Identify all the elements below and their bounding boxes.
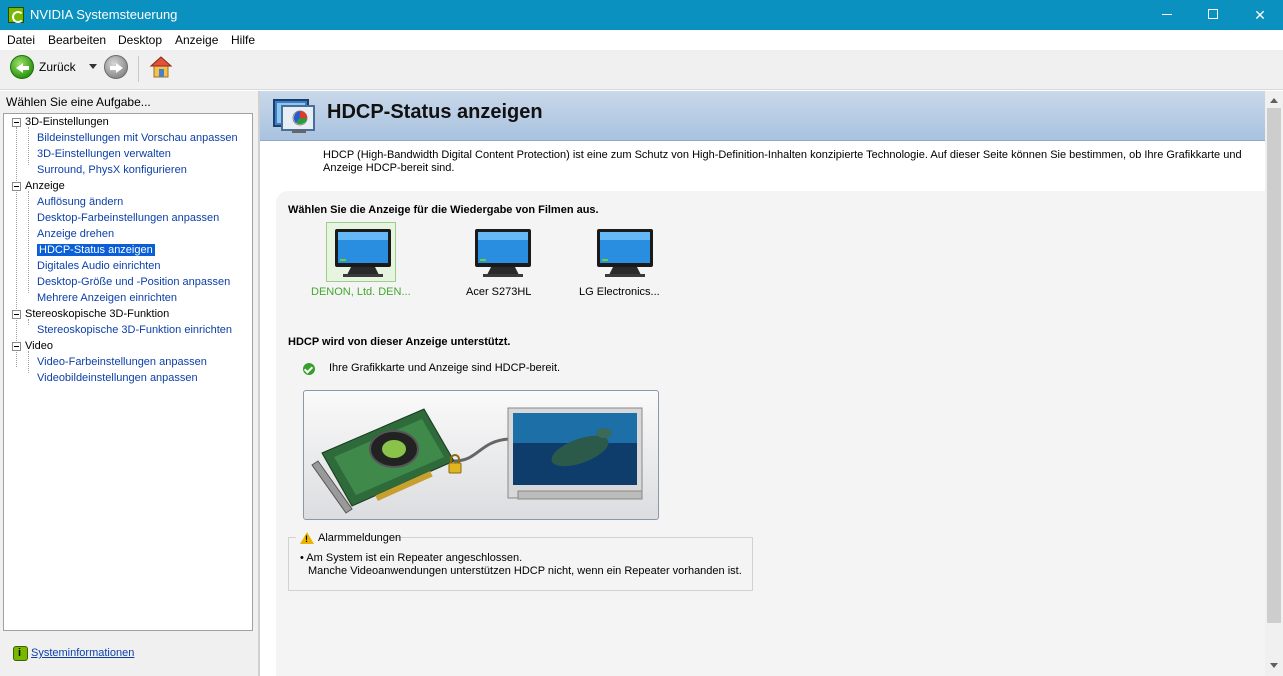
- hdcp-illustration: [303, 390, 659, 520]
- menu-anzeige[interactable]: Anzeige: [175, 33, 218, 47]
- warning-icon: [300, 532, 314, 544]
- alarm-group: [288, 537, 753, 591]
- task-panel: Wählen Sie eine Aufgabe... 3D-Einstellun…: [0, 91, 258, 676]
- system-info-link[interactable]: Systeminformationen: [31, 647, 134, 659]
- collapse-toggle-icon[interactable]: [12, 310, 21, 319]
- collapse-toggle-icon[interactable]: [12, 342, 21, 351]
- menu-bearbeiten[interactable]: Bearbeiten: [48, 33, 106, 47]
- tree-item-hdcp-status[interactable]: HDCP-Status anzeigen: [37, 244, 155, 256]
- scroll-up-icon[interactable]: [1270, 98, 1278, 103]
- hdcp-display-icon: [273, 99, 315, 133]
- alarm-message-line: • Am System ist ein Repeater angeschloss…: [300, 552, 523, 564]
- monitor-icon: [475, 229, 531, 277]
- display-option-lg[interactable]: LG Electronics...: [579, 222, 688, 302]
- menu-datei[interactable]: Datei: [7, 33, 35, 47]
- tree-group-video[interactable]: Video: [25, 340, 53, 352]
- display-selection-frame: [588, 222, 658, 282]
- tree-group-stereo-3d[interactable]: Stereoskopische 3D-Funktion: [25, 308, 169, 320]
- display-label: Acer S273HL: [466, 286, 532, 298]
- hdcp-supported-heading: HDCP wird von dieser Anzeige unterstützt…: [288, 336, 511, 348]
- display-label: LG Electronics...: [579, 286, 660, 298]
- hdcp-status-text: Ihre Grafikkarte und Anzeige sind HDCP-b…: [329, 362, 561, 374]
- maximize-button[interactable]: [1190, 0, 1236, 30]
- monitor-icon: [597, 229, 653, 277]
- toolbar-separator: [138, 56, 139, 82]
- task-tree: 3D-Einstellungen Bildeinstellungen mit V…: [3, 113, 253, 631]
- collapse-toggle-icon[interactable]: [12, 182, 21, 191]
- close-icon: ✕: [1254, 7, 1266, 23]
- back-arrow-icon[interactable]: [10, 55, 34, 79]
- display-option-acer[interactable]: Acer S273HL: [466, 222, 566, 302]
- tree-group-3d[interactable]: 3D-Einstellungen: [25, 116, 109, 128]
- tree-item-anzeige-drehen[interactable]: Anzeige drehen: [37, 228, 114, 240]
- task-header: Wählen Sie eine Aufgabe...: [6, 95, 151, 109]
- page-title: HDCP-Status anzeigen: [327, 101, 543, 123]
- back-button-label[interactable]: Zurück: [39, 60, 76, 74]
- monitor-icon: [335, 229, 391, 277]
- tree-connector: [28, 191, 29, 293]
- tree-item-stereo-einrichten[interactable]: Stereoskopische 3D-Funktion einrichten: [37, 324, 232, 336]
- page-header: HDCP-Status anzeigen: [260, 91, 1265, 141]
- close-button[interactable]: ✕: [1237, 0, 1283, 30]
- maximize-icon: [1208, 9, 1218, 19]
- tree-item-digitales-audio[interactable]: Digitales Audio einrichten: [37, 260, 161, 272]
- display-selection-frame: [466, 222, 536, 282]
- page-description: HDCP (High-Bandwidth Digital Content Pro…: [323, 149, 1242, 174]
- alarm-heading: Alarmmeldungen: [318, 532, 402, 544]
- tree-item-desktop-farbe[interactable]: Desktop-Farbeinstellungen anpassen: [37, 212, 219, 224]
- minimize-icon: [1162, 14, 1172, 15]
- system-info-icon: [13, 646, 28, 661]
- display-selection-frame: [326, 222, 396, 282]
- toolbar: Zurück: [0, 50, 1283, 90]
- forward-arrow-icon[interactable]: [104, 55, 128, 79]
- alarm-message-line: Manche Videoanwendungen unterstützen HDC…: [308, 565, 742, 577]
- select-display-heading: Wählen Sie die Anzeige für die Wiedergab…: [288, 204, 599, 216]
- menu-hilfe[interactable]: Hilfe: [231, 33, 255, 47]
- window-title: NVIDIA Systemsteuerung: [30, 7, 178, 22]
- tree-connector: [28, 127, 29, 165]
- scrollbar-thumb[interactable]: [1267, 108, 1281, 623]
- tree-connector: [28, 351, 29, 373]
- tree-item-aufloesung[interactable]: Auflösung ändern: [37, 196, 123, 208]
- tree-item-mehrere-anzeigen[interactable]: Mehrere Anzeigen einrichten: [37, 292, 177, 304]
- main-content: HDCP-Status anzeigen HDCP (High-Bandwidt…: [260, 91, 1265, 676]
- tree-item-desktop-groesse[interactable]: Desktop-Größe und -Position anpassen: [37, 276, 230, 288]
- home-icon[interactable]: [149, 55, 173, 79]
- nvidia-app-icon: [8, 7, 24, 23]
- display-option-denon[interactable]: DENON, Ltd. DEN...: [311, 222, 426, 302]
- check-icon: [303, 363, 315, 375]
- menu-bar: Datei Bearbeiten Desktop Anzeige Hilfe: [0, 30, 1283, 50]
- menu-desktop[interactable]: Desktop: [118, 33, 162, 47]
- collapse-toggle-icon[interactable]: [12, 118, 21, 127]
- graphics-card-to-tv-image: [311, 407, 643, 514]
- tree-connector: [16, 127, 17, 367]
- tree-item-surround-physx[interactable]: Surround, PhysX konfigurieren: [37, 164, 187, 176]
- tree-item-video-farbe[interactable]: Video-Farbeinstellungen anpassen: [37, 356, 207, 368]
- vertical-scrollbar[interactable]: [1265, 91, 1283, 676]
- scroll-down-icon[interactable]: [1270, 663, 1278, 668]
- content-area: Wählen Sie die Anzeige für die Wiedergab…: [276, 191, 1265, 676]
- minimize-button[interactable]: [1144, 0, 1190, 30]
- title-bar: NVIDIA Systemsteuerung ✕: [0, 0, 1283, 30]
- dropdown-arrow-icon[interactable]: [89, 64, 97, 69]
- display-label: DENON, Ltd. DEN...: [311, 286, 411, 298]
- tree-group-anzeige[interactable]: Anzeige: [25, 180, 65, 192]
- tree-item-bildeinstellungen[interactable]: Bildeinstellungen mit Vorschau anpassen: [37, 132, 238, 144]
- tree-item-videobild[interactable]: Videobildeinstellungen anpassen: [37, 372, 198, 384]
- tree-item-3d-verwalten[interactable]: 3D-Einstellungen verwalten: [37, 148, 171, 160]
